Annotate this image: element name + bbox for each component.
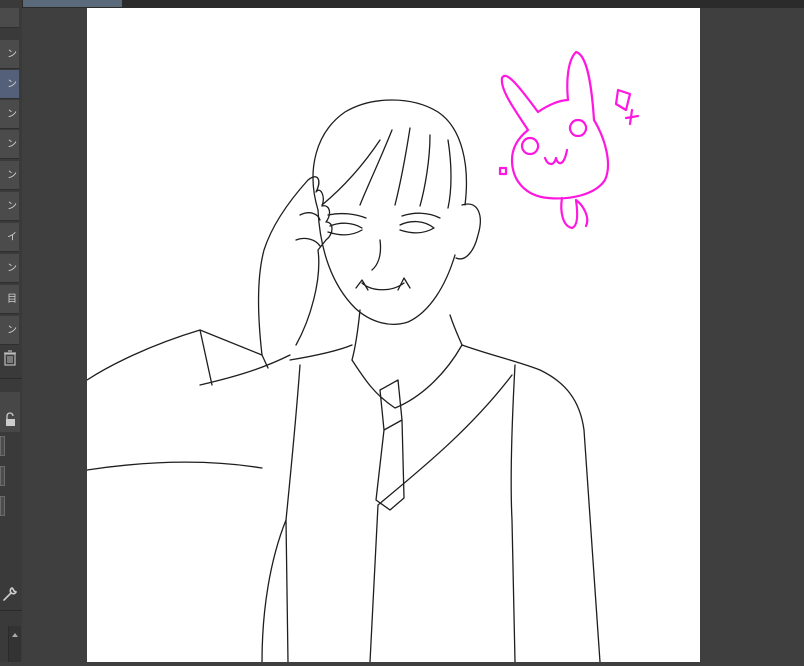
- panel-divider: [0, 610, 22, 611]
- layer-row-label: ン: [7, 170, 17, 181]
- layer-row[interactable]: ン: [0, 100, 19, 129]
- layer-row-label: ン: [7, 109, 17, 120]
- layer-row[interactable]: ン: [0, 192, 19, 221]
- eyes: [327, 220, 435, 236]
- panel-divider: [0, 378, 22, 379]
- layer-row[interactable]: ン: [0, 130, 19, 159]
- scrollbar[interactable]: [8, 626, 21, 662]
- collar: [351, 344, 463, 409]
- layer-row[interactable]: ン: [0, 316, 19, 345]
- property-field[interactable]: [0, 496, 5, 516]
- layer-row-label: ン: [7, 201, 17, 212]
- bunny-eyes: [521, 118, 588, 156]
- top-tab-bar: [0, 0, 804, 8]
- face-outline: [317, 209, 456, 325]
- nose-mouth: [361, 239, 405, 291]
- layer-row[interactable]: ン: [0, 40, 19, 69]
- shoulders: [289, 344, 601, 663]
- fingers: [295, 212, 321, 247]
- bunny-body: [500, 50, 610, 200]
- bunny-mouth: [543, 148, 569, 166]
- brows: [327, 212, 441, 219]
- settings-button[interactable]: [1, 585, 19, 603]
- bunny-feet: [560, 196, 589, 230]
- lock-button[interactable]: [1, 411, 19, 429]
- layer-row[interactable]: ン: [0, 161, 19, 190]
- active-document-tab[interactable]: [22, 0, 122, 7]
- panel-header[interactable]: [0, 8, 19, 28]
- layer-row-selected[interactable]: ン: [0, 70, 19, 99]
- artwork: [86, 50, 640, 663]
- delete-layer-button[interactable]: [1, 349, 19, 367]
- pink-doodle: [498, 50, 640, 230]
- hair-outline: [312, 99, 468, 211]
- property-field[interactable]: [0, 466, 5, 486]
- layer-row[interactable]: ン: [0, 254, 19, 283]
- layer-row[interactable]: 目: [0, 285, 19, 314]
- drawing-canvas[interactable]: [86, 8, 700, 663]
- layer-row-label: ン: [7, 263, 17, 274]
- layer-row-label: 目: [7, 294, 17, 305]
- layer-row-label: ン: [7, 325, 17, 336]
- property-field[interactable]: [0, 436, 5, 456]
- layer-row[interactable]: イ: [0, 223, 19, 252]
- dot: [498, 166, 508, 176]
- hand: [257, 176, 333, 356]
- ear: [455, 203, 481, 260]
- scroll-up-icon: [12, 633, 18, 637]
- wrench-icon: [3, 587, 18, 601]
- arm: [86, 329, 291, 471]
- layer-row-label: ン: [7, 139, 17, 150]
- hair-fringe: [321, 127, 452, 209]
- trash-icon: [4, 350, 16, 366]
- sparkle: [614, 88, 640, 126]
- left-panel: ン ン ン ン ン ン イ ン 目 ン: [0, 0, 23, 662]
- layer-row-label: ン: [7, 79, 17, 90]
- layer-row-label: ン: [7, 49, 17, 60]
- torso-left: [261, 519, 287, 663]
- layer-row-label: イ: [7, 232, 17, 243]
- lineart: [86, 99, 601, 663]
- lock-icon: [6, 412, 15, 426]
- tie: [375, 379, 405, 511]
